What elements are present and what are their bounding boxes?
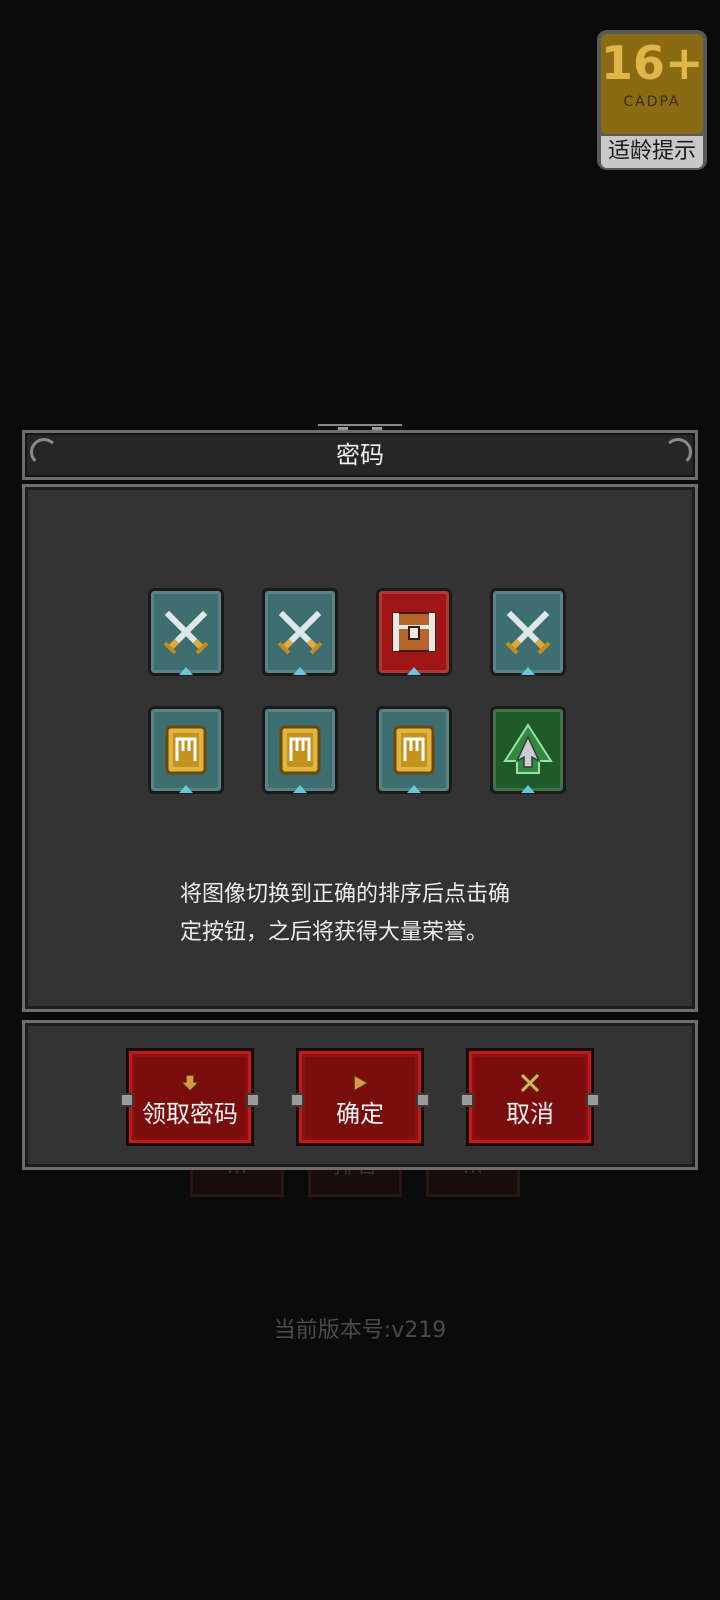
play-icon xyxy=(353,1073,370,1093)
button-nub-right xyxy=(586,1093,600,1107)
cancel-button[interactable]: 取消 xyxy=(460,1048,600,1146)
tile-indicator-arrow xyxy=(521,667,535,675)
puzzle-tile-4[interactable] xyxy=(490,588,566,676)
puzzle-tile-1[interactable] xyxy=(148,588,224,676)
button-nub-left xyxy=(290,1093,304,1107)
puzzle-tile-6[interactable] xyxy=(262,706,338,794)
tile-indicator-arrow xyxy=(407,785,421,793)
dialog-title: 密码 xyxy=(336,441,384,469)
close-icon xyxy=(519,1073,541,1093)
button-nub-right xyxy=(246,1093,260,1107)
instructions-text: 将图像切换到正确的排序后点击确 定按钮，之后将获得大量荣誉。 xyxy=(180,876,560,952)
tile-indicator-arrow xyxy=(293,667,307,675)
age-rating-badge: 16+ CADPA 适龄提示 xyxy=(597,30,707,170)
puzzle-tile-5[interactable] xyxy=(148,706,224,794)
age-rating-plate: 16+ CADPA xyxy=(601,34,704,134)
instructions-line-2: 定按钮，之后将获得大量荣誉。 xyxy=(180,920,489,945)
treasure-chest-icon xyxy=(392,612,436,652)
arrow-down-icon xyxy=(179,1074,201,1093)
tile-indicator-arrow xyxy=(521,785,535,793)
puzzle-tile-7[interactable] xyxy=(376,706,452,794)
confirm-label: 确定 xyxy=(336,1100,384,1128)
cancel-label: 取消 xyxy=(506,1100,554,1128)
version-label: 当前版本号:v219 xyxy=(273,1318,447,1343)
age-rating-label: 适龄提示 xyxy=(601,136,703,168)
get-code-button[interactable]: 领取密码 xyxy=(120,1048,260,1146)
puzzle-tile-2[interactable] xyxy=(262,588,338,676)
confirm-button[interactable]: 确定 xyxy=(290,1048,430,1146)
puzzle-tile-8[interactable] xyxy=(490,706,566,794)
puzzle-grid xyxy=(148,588,578,798)
gold-banner-icon xyxy=(165,725,207,775)
puzzle-tile-3[interactable] xyxy=(376,588,452,676)
instructions-line-1: 将图像切换到正确的排序后点击确 xyxy=(180,882,511,907)
tile-indicator-arrow xyxy=(407,667,421,675)
gold-banner-icon xyxy=(393,725,435,775)
tile-indicator-arrow xyxy=(293,785,307,793)
crossed-swords-icon xyxy=(277,610,323,655)
gold-banner-icon xyxy=(279,725,321,775)
age-rating-number: 16+ xyxy=(601,36,704,90)
crossed-swords-icon xyxy=(163,610,209,655)
button-nub-left xyxy=(120,1093,134,1107)
tile-indicator-arrow xyxy=(179,785,193,793)
get-code-label: 领取密码 xyxy=(142,1100,238,1128)
crossed-swords-icon xyxy=(505,610,551,655)
tile-indicator-arrow xyxy=(179,667,193,675)
button-nub-left xyxy=(460,1093,474,1107)
age-rating-org: CADPA xyxy=(623,94,681,110)
button-nub-right xyxy=(416,1093,430,1107)
green-arrow-icon xyxy=(503,723,553,774)
